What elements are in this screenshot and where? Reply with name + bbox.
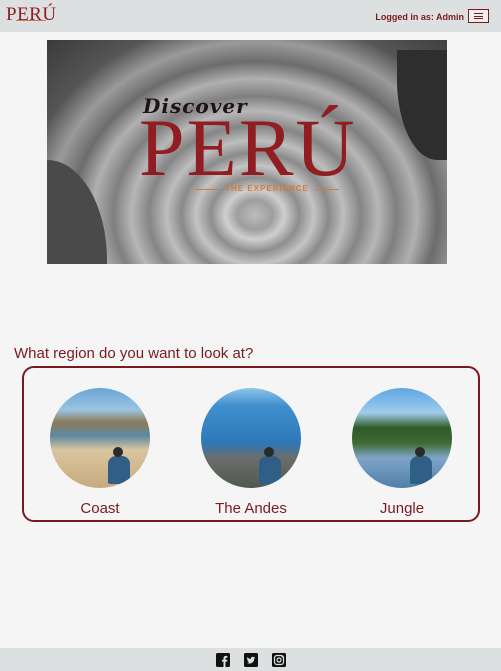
hero-banner: Discover PERÚ THE EXPERIENCE (47, 40, 447, 264)
hiker-figure (259, 447, 281, 484)
menu-button[interactable] (468, 9, 489, 23)
region-card-jungle[interactable]: Jungle (352, 388, 452, 517)
region-card-coast[interactable]: Coast (50, 388, 150, 517)
region-image-andes[interactable] (201, 388, 301, 488)
hero-divider-right (315, 189, 339, 190)
facebook-icon[interactable] (215, 652, 230, 667)
region-card-andes[interactable]: The Andes (201, 388, 301, 517)
region-label-jungle[interactable]: Jungle (352, 500, 452, 517)
twitter-icon[interactable] (243, 652, 258, 667)
hero-rock-right (397, 50, 447, 160)
instagram-icon[interactable] (271, 652, 286, 667)
region-image-coast[interactable] (50, 388, 150, 488)
region-question: What region do you want to look at? (14, 345, 254, 362)
region-image-jungle[interactable] (352, 388, 452, 488)
hamburger-icon (474, 13, 483, 19)
logo-underline (16, 20, 46, 23)
hiker-figure (410, 447, 432, 484)
hero-rock-left (47, 160, 107, 264)
login-status: Logged in as: Admin (375, 12, 464, 22)
region-label-coast[interactable]: Coast (50, 500, 150, 517)
region-label-andes[interactable]: The Andes (201, 500, 301, 517)
region-selector: Coast The Andes Jungle (22, 366, 480, 522)
hiker-figure (108, 447, 130, 484)
hero-title: PERÚ (139, 102, 357, 193)
top-navbar: PERÚ Logged in as: Admin (0, 0, 501, 32)
footer (0, 648, 501, 671)
